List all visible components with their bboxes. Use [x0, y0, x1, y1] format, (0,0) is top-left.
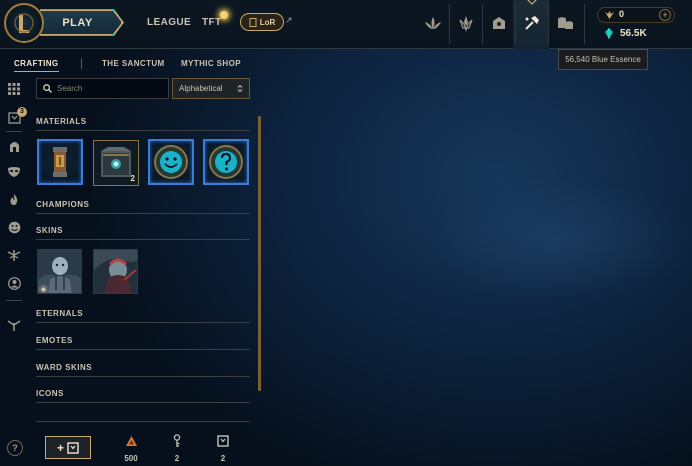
loot-crafting-icon[interactable] [517, 8, 547, 38]
store-coins-icon[interactable] [550, 8, 580, 38]
add-chest-button[interactable]: + [45, 436, 91, 459]
section-eternals[interactable]: ETERNALS [36, 309, 250, 323]
section-champions[interactable]: CHAMPIONS [36, 200, 250, 214]
section-materials[interactable]: MATERIALS [36, 117, 250, 131]
orange-essence-count: 500 [124, 454, 138, 463]
play-button[interactable]: PLAY [40, 10, 122, 35]
material-tile[interactable] [148, 139, 194, 185]
chest-count-badge: 3 [17, 107, 27, 117]
riot-points-icon [605, 11, 614, 19]
search-icon [43, 84, 52, 93]
blue-essence-tooltip: 56,540 Blue Essence [558, 49, 648, 70]
section-icons[interactable]: ICONS [36, 389, 250, 403]
disenchant-icon [38, 284, 49, 293]
rail-separator [6, 300, 22, 301]
fire-icon[interactable] [6, 191, 22, 207]
chest-icon [216, 434, 230, 448]
helmet-icon[interactable] [6, 138, 22, 154]
skin-shard-tile[interactable] [93, 249, 138, 294]
home-lotus-icon[interactable] [418, 8, 448, 38]
chest-icon [67, 441, 79, 454]
search-field[interactable] [36, 78, 169, 99]
scrollbar[interactable] [258, 116, 261, 391]
search-input[interactable] [57, 84, 157, 93]
blue-essence-icon [605, 28, 613, 39]
wards-fork-icon[interactable] [6, 317, 22, 333]
emote-orb-icon [154, 145, 188, 179]
rail-separator [6, 131, 22, 132]
ward-icon[interactable] [6, 247, 22, 263]
lor-icon [249, 17, 257, 27]
sort-dropdown[interactable]: Alphabetical [172, 78, 250, 99]
collection-chest-icon[interactable] [484, 8, 514, 38]
chest-count: 2 [130, 174, 135, 183]
nav-tft[interactable]: TFT [202, 17, 222, 28]
bottom-divider [36, 421, 250, 422]
emote-icon[interactable] [6, 219, 22, 235]
lor-launch-button[interactable]: LoR [240, 13, 284, 31]
mask-icon[interactable] [6, 164, 22, 180]
skin-art-2 [94, 250, 137, 293]
lor-label: LoR [259, 17, 276, 27]
material-tile[interactable] [203, 139, 249, 185]
orange-essence-icon [124, 434, 138, 448]
tab-mythic-shop[interactable]: MYTHIC SHOP [181, 59, 241, 68]
updown-arrow-icon [237, 84, 243, 93]
chest-count-bottom: 2 [220, 454, 226, 463]
tooltip-text: 56,540 Blue Essence [565, 55, 641, 64]
sort-selected-value: Alphabetical [179, 84, 223, 93]
skin-shard-tile[interactable] [37, 249, 82, 294]
section-skins[interactable]: SKINS [36, 226, 250, 240]
nav-separator [548, 4, 549, 44]
nav-separator [584, 4, 585, 44]
key-count: 2 [174, 454, 180, 463]
nav-separator [482, 4, 483, 44]
riot-points-value: 0 [619, 9, 625, 19]
mystery-orb-icon [209, 145, 243, 179]
material-tile[interactable] [37, 139, 83, 185]
section-emotes[interactable]: EMOTES [36, 336, 250, 350]
tab-crafting[interactable]: CRAFTING [14, 59, 59, 72]
tab-the-sanctum[interactable]: THE SANCTUM [102, 59, 165, 68]
champion-mastery-icon[interactable] [451, 8, 481, 38]
grid-icon[interactable] [6, 81, 22, 97]
key-fragment-capsule-icon [53, 147, 67, 177]
help-button[interactable]: ? [7, 440, 23, 456]
external-link-icon: ↗ [285, 15, 293, 25]
active-caret-icon [527, 0, 537, 5]
play-button-label: PLAY [62, 16, 93, 29]
blue-essence-value[interactable]: 56.5K [620, 28, 647, 39]
buy-rp-button[interactable]: + [659, 9, 671, 21]
material-tile[interactable]: 2 [93, 140, 139, 186]
nav-league[interactable]: LEAGUE [147, 17, 191, 28]
nav-separator [515, 4, 516, 44]
notification-dot [220, 11, 228, 19]
key-icon [170, 434, 184, 448]
nav-separator [449, 4, 450, 44]
league-logo-icon[interactable] [4, 3, 44, 43]
profile-icon[interactable] [6, 275, 22, 291]
tab-separator [81, 58, 82, 69]
background-glow [330, 120, 692, 420]
add-label: + [56, 440, 64, 455]
section-ward-skins[interactable]: WARD SKINS [36, 363, 250, 377]
